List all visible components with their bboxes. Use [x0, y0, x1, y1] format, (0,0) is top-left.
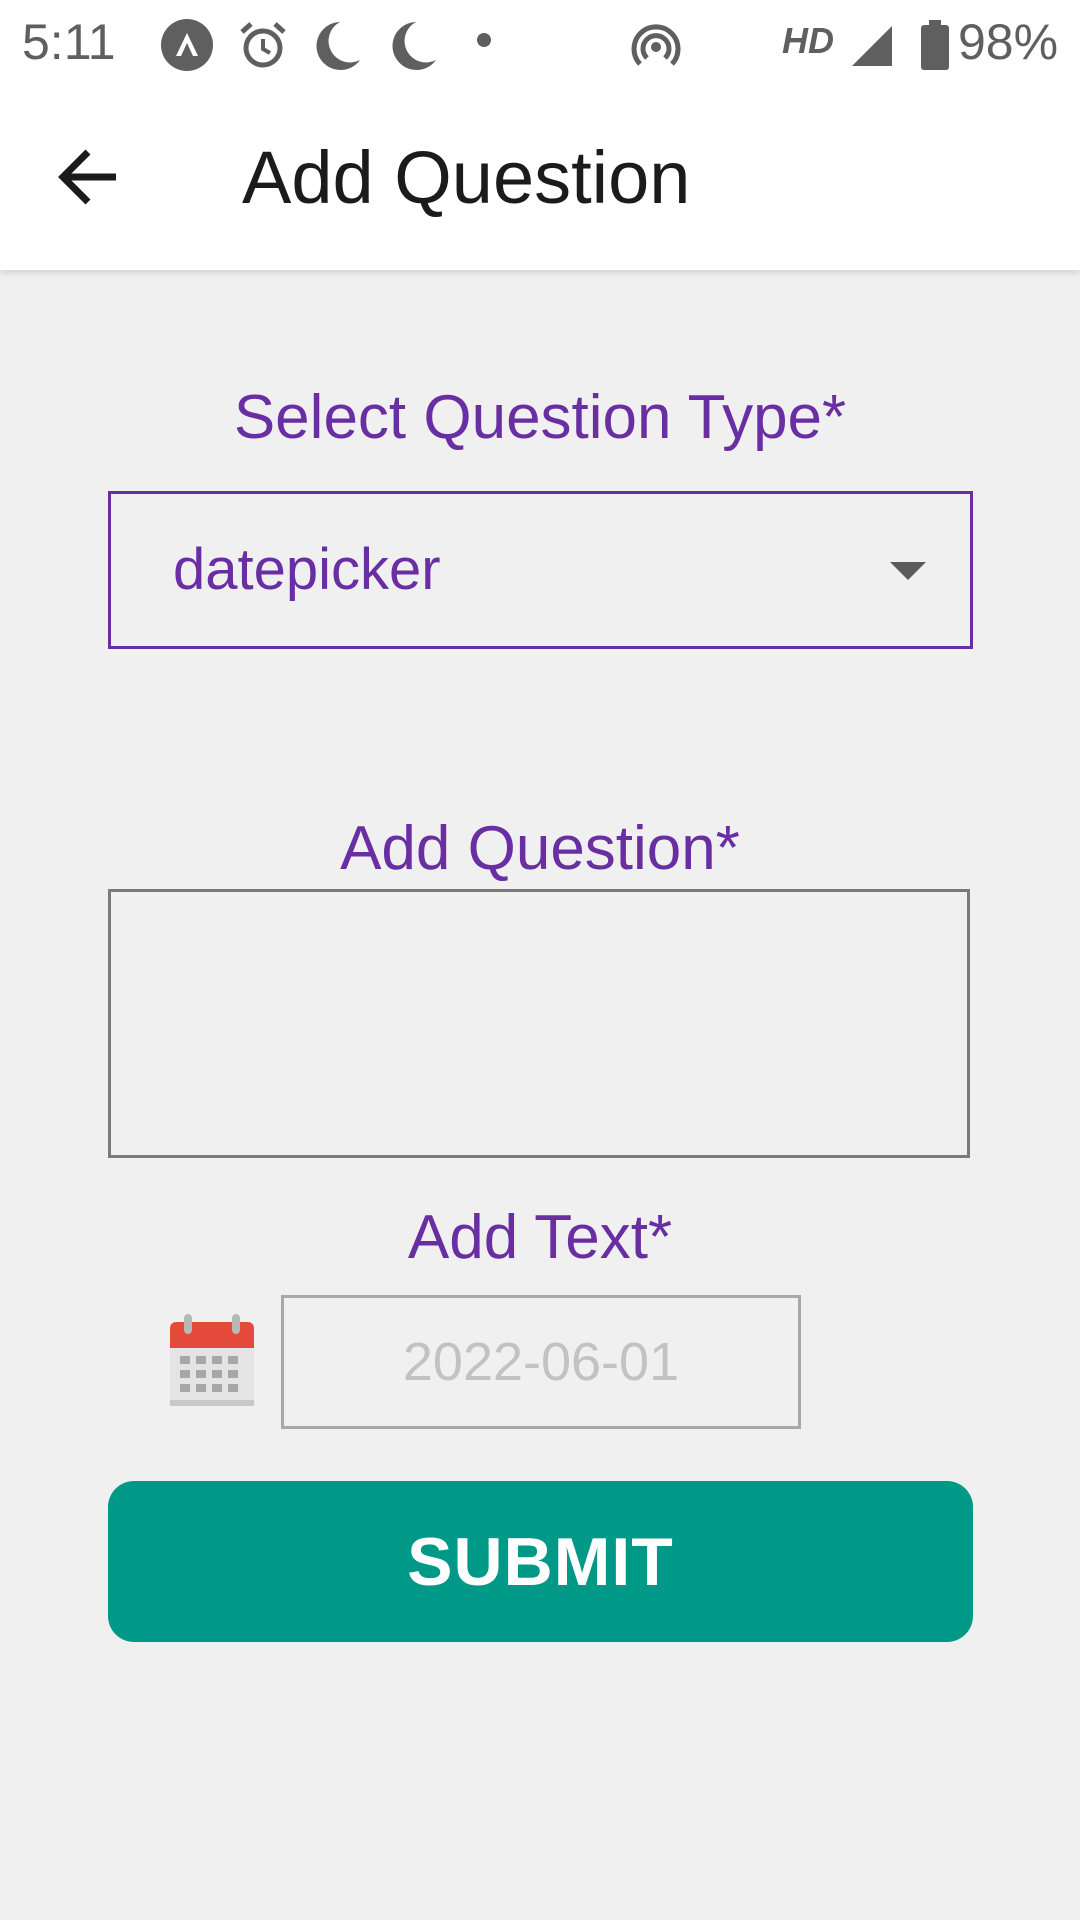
hotspot-icon	[629, 18, 683, 72]
dropdown-arrow-icon	[890, 562, 926, 580]
battery-percentage: 98%	[958, 14, 1059, 70]
network-type-label: HD	[782, 20, 834, 61]
battery-icon	[908, 18, 962, 72]
moon-icon	[386, 18, 440, 72]
question-type-selected-value: datepicker	[173, 537, 441, 602]
question-type-label: Select Question Type*	[233, 383, 847, 452]
dot-icon	[468, 18, 522, 72]
add-text-label: Add Text*	[407, 1203, 673, 1272]
alarm-icon	[236, 18, 290, 72]
submit-button[interactable]: SUBMIT	[108, 1481, 973, 1642]
question-type-dropdown[interactable]: datepicker	[108, 491, 973, 649]
date-input[interactable]	[281, 1295, 801, 1429]
app-bar: Add Question	[0, 86, 1080, 270]
page-title: Add Question	[242, 136, 691, 219]
signal-icon	[846, 18, 900, 72]
moon-icon	[310, 18, 364, 72]
back-button[interactable]	[48, 138, 128, 218]
back-arrow-icon	[58, 149, 116, 205]
app-notification-icon	[160, 18, 214, 72]
add-question-label: Add Question*	[340, 814, 740, 883]
status-time: 5:11	[22, 14, 116, 70]
status-bar: 5:11 HD 98%	[0, 0, 1080, 86]
question-input[interactable]	[108, 889, 970, 1158]
calendar-icon[interactable]	[168, 1312, 256, 1408]
